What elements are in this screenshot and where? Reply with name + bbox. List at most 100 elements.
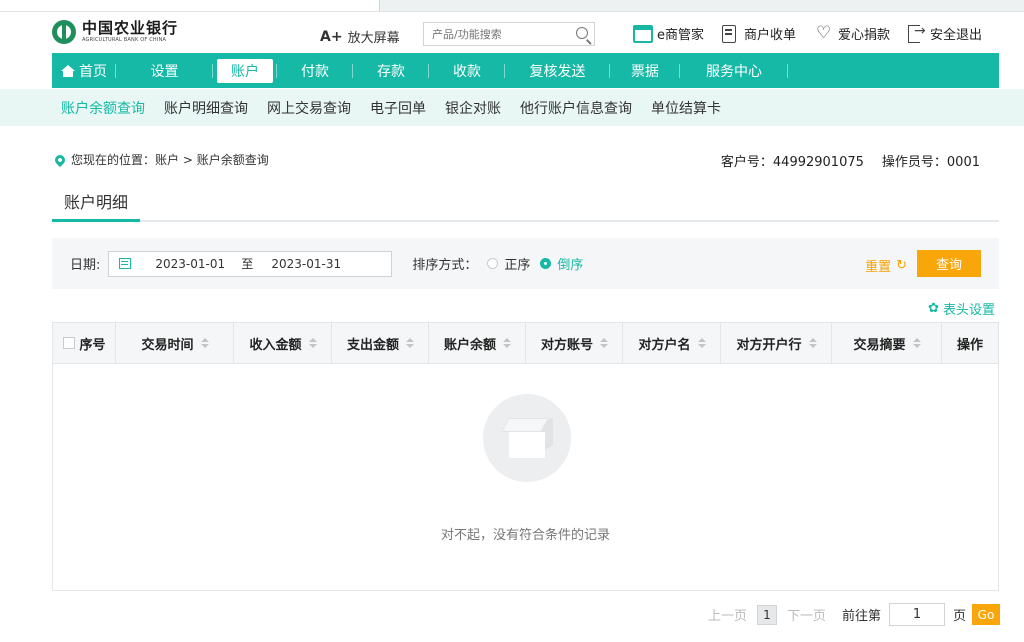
subnav-balance-query[interactable]: 账户余额查询: [61, 98, 145, 118]
abc-logo-icon: [52, 20, 76, 44]
column-settings-button[interactable]: ✿ 表头设置: [928, 299, 995, 318]
column-settings-label: 表头设置: [942, 303, 995, 318]
browser-tab[interactable]: [0, 0, 380, 11]
sort-icon[interactable]: [200, 338, 209, 348]
nav-collection-label: 收款: [453, 63, 481, 80]
date-from-field[interactable]: 2023-01-01: [155, 257, 229, 271]
sort-asc-label: 正序: [504, 258, 531, 273]
page-jump-input[interactable]: [888, 603, 945, 626]
col-summary[interactable]: 交易摘要: [832, 322, 942, 364]
search-box: [423, 22, 595, 46]
calendar-icon[interactable]: [119, 258, 132, 269]
select-all-checkbox[interactable]: [63, 337, 76, 349]
col-expense[interactable]: 支出金额: [332, 322, 429, 364]
radio-unchecked-icon: [487, 258, 499, 269]
tab-account-detail[interactable]: 账户明细: [52, 189, 141, 222]
date-to-field[interactable]: 2023-01-31: [271, 257, 345, 271]
reset-button[interactable]: 重置 ↻: [865, 256, 907, 275]
font-enlarge-icon: A+: [320, 28, 343, 45]
enlarge-screen-button[interactable]: A+ 放大屏幕: [320, 27, 400, 47]
nav-home[interactable]: 首页: [52, 53, 116, 88]
col-expense-label: 支出金额: [346, 337, 399, 353]
sort-icon[interactable]: [406, 338, 414, 348]
nav-deposit[interactable]: 存款: [353, 53, 429, 88]
pos-terminal-icon: [722, 24, 736, 43]
sort-icon[interactable]: [697, 338, 706, 348]
search-icon[interactable]: [576, 27, 588, 39]
nav-bills-label: 票据: [631, 63, 659, 80]
subnav-settlement-card[interactable]: 单位结算卡: [651, 98, 721, 118]
customer-no: 44992901075: [772, 155, 864, 170]
nav-home-label: 首页: [79, 63, 107, 80]
sort-icon[interactable]: [308, 338, 317, 348]
col-transaction-time[interactable]: 交易时间: [116, 322, 234, 364]
search-input[interactable]: [424, 23, 564, 45]
page-suffix-label: 页: [952, 609, 966, 624]
refresh-icon: ↻: [896, 258, 907, 273]
page-number-current[interactable]: 1: [756, 604, 777, 625]
subnav-bank-reconciliation[interactable]: 银企对账: [445, 98, 501, 118]
header: 中国农业银行 AGRICULTURAL BANK OF CHINA A+ 放大屏…: [0, 12, 1024, 52]
col-income-label: 收入金额: [249, 337, 302, 353]
col-income[interactable]: 收入金额: [234, 322, 332, 364]
col-index: 序号: [53, 322, 116, 364]
filter-bar: 日期: 2023-01-01 至 2023-01-31 排序方式： 正序 倒序 …: [52, 238, 999, 289]
logout-link[interactable]: 安全退出: [908, 23, 982, 43]
shop-icon: [633, 24, 653, 43]
sort-desc-radio[interactable]: 倒序: [540, 254, 583, 273]
nav-payment[interactable]: 付款: [277, 53, 353, 88]
nav-settings[interactable]: 设置: [116, 53, 213, 88]
col-counterparty-name-label: 对方户名: [638, 337, 691, 353]
sort-asc-radio[interactable]: 正序: [487, 254, 530, 273]
nav-bills[interactable]: 票据: [610, 53, 680, 88]
nav-deposit-label: 存款: [377, 63, 405, 80]
merchant-acquiring-link[interactable]: 商户收单: [722, 24, 796, 43]
bank-logo[interactable]: 中国农业银行 AGRICULTURAL BANK OF CHINA: [52, 20, 178, 44]
header-links: e商管家 商户收单 爱心捐款 安全退出: [633, 23, 982, 44]
col-counterparty-name[interactable]: 对方户名: [623, 322, 721, 364]
col-counterparty-account[interactable]: 对方账号: [526, 322, 623, 364]
nav-review-send[interactable]: 复核发送: [505, 53, 610, 88]
operator-no: 0001: [946, 155, 980, 170]
subnav-other-bank-account-query[interactable]: 他行账户信息查询: [520, 98, 632, 118]
nav-service-center[interactable]: 服务中心: [680, 53, 788, 88]
subnav-detail-query[interactable]: 账户明细查询: [164, 98, 248, 118]
prev-page-button[interactable]: 上一页: [708, 605, 747, 624]
home-icon: [61, 64, 75, 77]
col-actions-label: 操作: [956, 337, 983, 353]
nav-account[interactable]: 账户: [213, 53, 277, 88]
sort-icon[interactable]: [912, 338, 921, 348]
sort-icon[interactable]: [808, 338, 817, 348]
nav-settings-label: 设置: [150, 63, 179, 80]
reset-label: 重置: [865, 260, 892, 275]
donation-link[interactable]: 爱心捐款: [814, 23, 891, 44]
sort-icon[interactable]: [600, 338, 608, 348]
date-range-picker[interactable]: 2023-01-01 至 2023-01-31: [108, 250, 393, 277]
col-balance[interactable]: 账户余额: [429, 322, 526, 364]
customer-info: 客户号：44992901075 操作员号：0001: [703, 151, 980, 170]
heart-hand-icon: [814, 23, 834, 43]
breadcrumb: 您现在的位置： 账户 > 账户余额查询: [52, 151, 269, 168]
nav-collection[interactable]: 收款: [429, 53, 505, 88]
operator-no-label: 操作员号：: [881, 155, 947, 170]
go-button[interactable]: Go: [972, 604, 1000, 625]
nav-review-send-label: 复核发送: [529, 63, 586, 80]
subnav-online-transaction-query[interactable]: 网上交易查询: [267, 98, 351, 118]
subnav-e-receipt[interactable]: 电子回单: [370, 98, 426, 118]
emerchant-link[interactable]: e商管家: [633, 24, 704, 43]
sort-icon[interactable]: [503, 338, 511, 348]
empty-message: 对不起，没有符合条件的记录: [440, 528, 610, 543]
radio-checked-icon: [540, 258, 552, 269]
empty-state: 对不起，没有符合条件的记录: [53, 364, 998, 590]
query-button[interactable]: 查询: [917, 250, 981, 277]
next-page-button[interactable]: 下一页: [787, 605, 826, 624]
transaction-table: 序号 交易时间 收入金额 支出金额 账户余额 对方账号 对方户名 对方开户行 交…: [52, 322, 999, 591]
logo-name-cn: 中国农业银行: [82, 19, 179, 37]
col-counterparty-bank[interactable]: 对方开户行: [721, 322, 832, 364]
gear-icon: ✿: [928, 301, 939, 316]
donation-label: 爱心捐款: [838, 28, 891, 43]
empty-box-icon: [483, 394, 571, 482]
section-header: 账户明细: [52, 190, 999, 222]
browser-tab-strip: [0, 0, 1024, 12]
breadcrumb-label: 您现在的位置：: [71, 153, 156, 167]
